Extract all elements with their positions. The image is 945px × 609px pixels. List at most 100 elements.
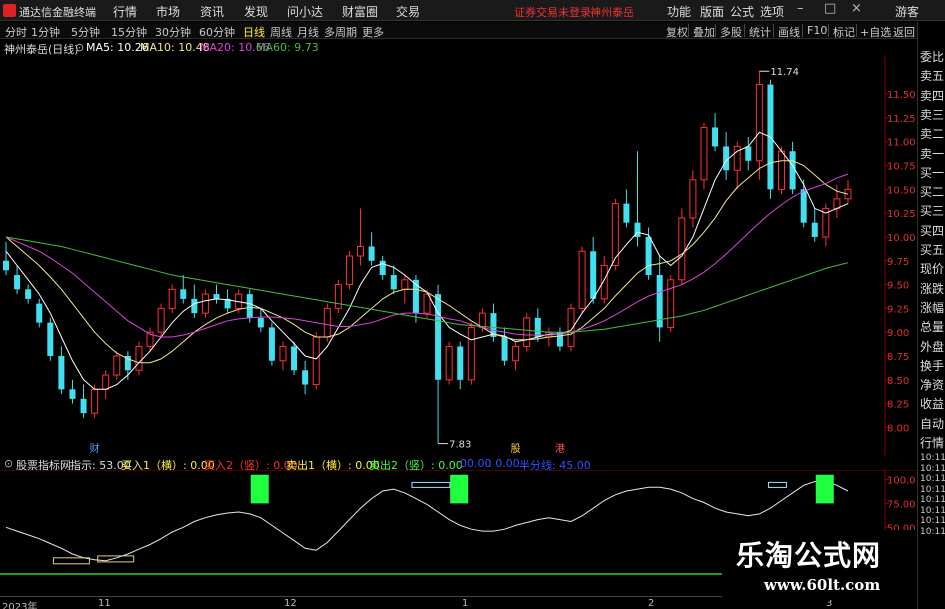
side-panel-item[interactable]: 10:11 [920, 516, 945, 526]
indicator-menu-icon[interactable]: ⊙ [4, 457, 13, 470]
candle-body [213, 294, 220, 299]
side-panel-item[interactable]: 净资 [920, 376, 944, 393]
side-panel-item[interactable]: 10:11 [920, 453, 945, 463]
side-panel-item[interactable]: 涨跌 [920, 280, 944, 297]
side-panel-item[interactable]: 10:11 [920, 474, 945, 484]
side-panel-item[interactable]: 自动 [920, 415, 944, 432]
candle-body [357, 245, 365, 257]
side-panel-item[interactable]: 买五 [920, 241, 944, 258]
stock-name-header: 神州泰岳 [590, 6, 634, 19]
side-panel-item[interactable]: 卖一 [920, 145, 944, 162]
menu-faxian[interactable]: 发现 [244, 3, 268, 20]
period-1min[interactable]: 1分钟 [31, 24, 60, 40]
period-60min[interactable]: 60分钟 [199, 24, 235, 40]
candle-body [435, 294, 442, 380]
menu-jiaoyi[interactable]: 交易 [396, 3, 420, 20]
period-daily[interactable]: 日线 [243, 24, 265, 40]
divider [715, 24, 716, 37]
side-panel-item[interactable]: 买三 [920, 202, 944, 219]
side-panel-item[interactable]: 买二 [920, 183, 944, 200]
menu-shichang[interactable]: 市场 [156, 3, 180, 20]
candle-body [600, 265, 608, 300]
tool-back[interactable]: 返回 [893, 24, 915, 40]
tool-f10[interactable]: F10 [807, 24, 827, 37]
menu-xuanxiang[interactable]: 选项 [760, 3, 784, 20]
event-tag: 财 [90, 442, 100, 455]
close-icon[interactable]: × [851, 1, 862, 16]
menu-hangqing[interactable]: 行情 [113, 3, 137, 20]
sell-signal-bar [815, 474, 834, 504]
menu-gongneng[interactable]: 功能 [667, 3, 691, 20]
side-panel-item[interactable]: 10:11 [920, 485, 945, 495]
period-monthly[interactable]: 月线 [297, 24, 319, 40]
price-tick-label: 8.25 [887, 400, 909, 411]
maximize-icon[interactable]: □ [824, 1, 836, 16]
price-tick-label: 8.75 [887, 352, 909, 363]
side-panel-item[interactable]: 买四 [920, 222, 944, 239]
tool-fuquan[interactable]: 复权 [666, 24, 688, 40]
side-panel-item[interactable]: 10:11 [920, 495, 945, 505]
candle-body [157, 307, 165, 333]
price-tick-label: 9.50 [887, 281, 909, 292]
period-more[interactable]: 更多 [362, 24, 384, 40]
candle-body [334, 284, 342, 309]
chevron-down-icon[interactable]: ⊙ [75, 41, 84, 54]
side-panel-item[interactable]: 行情 [920, 434, 944, 451]
side-panel-item[interactable]: 现价 [920, 260, 944, 277]
candle-body [102, 374, 110, 390]
ma-line-ma5 [5, 131, 849, 390]
side-panel-item[interactable]: 10:11 [920, 527, 945, 537]
login-warning[interactable]: 证券交易未登录 [514, 4, 591, 20]
chart-stock-label[interactable]: 神州泰岳(日线) [4, 41, 79, 57]
menu-zixun[interactable]: 资讯 [200, 3, 224, 20]
tool-tongji[interactable]: 统计 [749, 24, 771, 40]
minimize-icon[interactable]: – [797, 1, 804, 16]
period-30min[interactable]: 30分钟 [155, 24, 191, 40]
candlestick-chart[interactable]: 11.50 11.25 11.00 10.75 10.50 10.25 10.00 9.75 9… [0, 56, 917, 456]
menu-caifuquan[interactable]: 财富圈 [342, 3, 378, 20]
side-panel-item[interactable]: 卖四 [920, 87, 944, 104]
buy-signal-box [52, 557, 90, 565]
tool-add-watchlist[interactable]: +自选 [860, 24, 891, 40]
side-panel-item[interactable]: 10:11 [920, 464, 945, 474]
candle-body [501, 336, 508, 361]
menu-wenxiaoda[interactable]: 问小达 [287, 3, 323, 20]
app-logo-icon [3, 4, 16, 17]
max-price-label: 11.74 [770, 67, 799, 78]
side-panel-item[interactable]: 收益 [920, 395, 944, 412]
menu-banmian[interactable]: 版面 [700, 3, 724, 20]
candle-body [168, 288, 176, 309]
tool-duogu[interactable]: 多股 [720, 24, 742, 40]
candle-body [201, 293, 209, 314]
candle-body [667, 279, 675, 328]
period-toolbar: 分时 1分钟 5分钟 15分钟 30分钟 60分钟 日线 周线 月线 多周期 更… [0, 22, 917, 39]
period-5min[interactable]: 5分钟 [71, 24, 100, 40]
candle-body [135, 345, 143, 371]
guest-label[interactable]: 游客 [895, 3, 919, 20]
side-panel-item[interactable]: 卖五 [920, 67, 944, 84]
side-panel-item[interactable]: 委比 [920, 48, 944, 65]
period-multi[interactable]: 多周期 [324, 24, 357, 40]
side-panel-item[interactable]: 总量 [920, 318, 944, 335]
candle-body [745, 146, 752, 161]
side-panel-item[interactable]: 买一 [920, 164, 944, 181]
candle-body [14, 275, 21, 290]
tool-biaoji[interactable]: 标记 [833, 24, 855, 40]
side-panel-item[interactable]: 卖三 [920, 106, 944, 123]
side-panel-item[interactable]: 换手 [920, 357, 944, 374]
tool-diejia[interactable]: 叠加 [693, 24, 715, 40]
tool-huaxian[interactable]: 画线 [778, 24, 800, 40]
divider [802, 24, 803, 37]
candle-body [578, 250, 586, 309]
price-tick-label: 11.00 [887, 138, 916, 149]
period-weekly[interactable]: 周线 [270, 24, 292, 40]
side-panel-item[interactable]: 卖二 [920, 125, 944, 142]
side-panel-item[interactable]: 涨幅 [920, 299, 944, 316]
side-panel-item[interactable]: 10:11 [920, 506, 945, 516]
menu-gongshi[interactable]: 公式 [730, 3, 754, 20]
side-panel-item[interactable]: 外盘 [920, 338, 944, 355]
period-15min[interactable]: 15分钟 [111, 24, 147, 40]
period-fenshi[interactable]: 分时 [5, 24, 27, 40]
sell-signal-bar [450, 474, 469, 504]
candle-body [755, 84, 763, 162]
